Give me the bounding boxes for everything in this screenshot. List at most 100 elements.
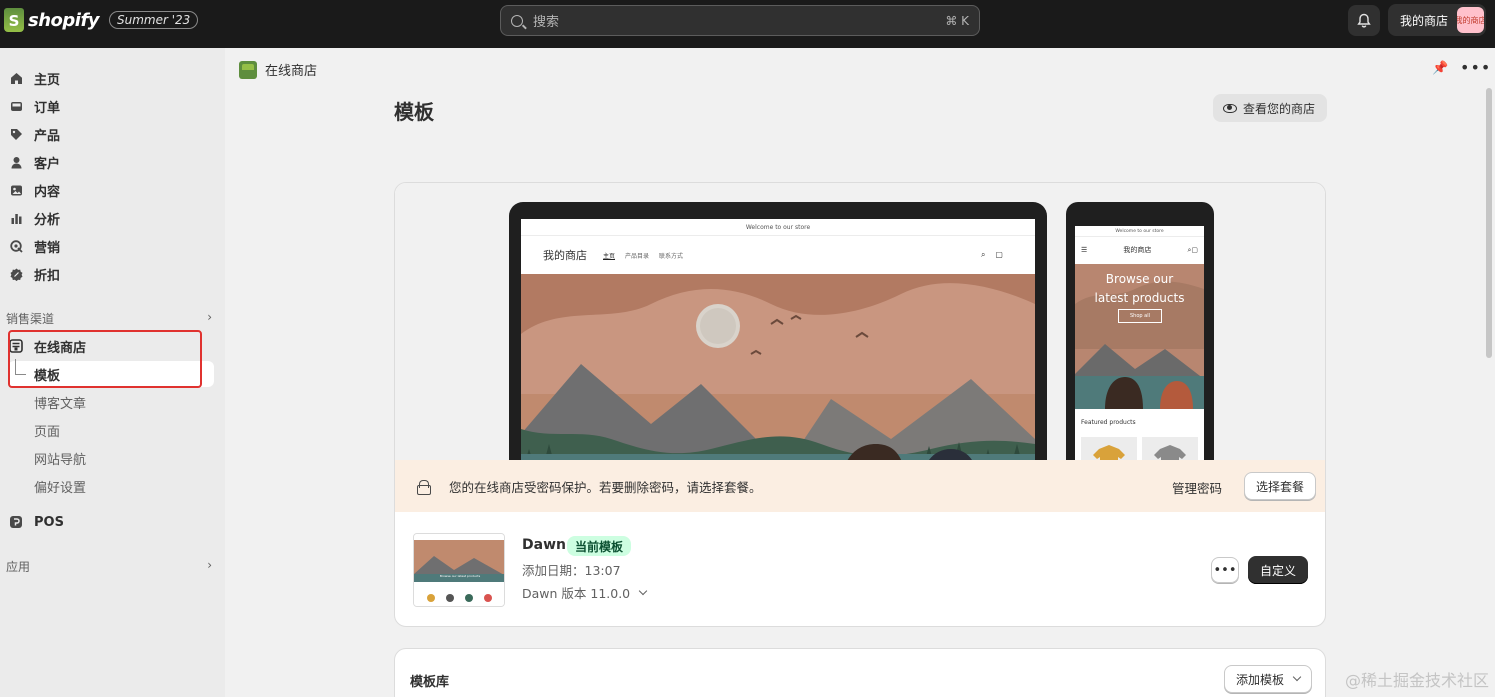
- shop-all-button: Shop all: [1118, 309, 1162, 323]
- apps-section[interactable]: 应用 ›: [6, 558, 212, 575]
- mobile-preview: Welcome to our store ☰ 我的商店 ⌕▢ Browse ou…: [1066, 202, 1214, 460]
- lock-icon: [417, 479, 431, 495]
- sweater-gray-icon: [1154, 445, 1186, 460]
- sidebar-item-label: 主页: [34, 72, 61, 88]
- sidebar: 主页 订单 产品 客户 内容 分析 营销 折扣 销售渠道 › 在线商店 模板 博…: [0, 48, 225, 697]
- customize-button[interactable]: 自定义: [1248, 556, 1309, 584]
- home-icon: [8, 70, 24, 86]
- hero-line-1: Browse our: [1105, 272, 1174, 286]
- store-name: 我的商店: [1123, 246, 1152, 254]
- sales-channels-section[interactable]: 销售渠道 ›: [6, 310, 212, 327]
- product-card: [1081, 437, 1137, 460]
- person-icon: [8, 154, 24, 170]
- sidebar-item-label: 营销: [34, 240, 61, 256]
- add-theme-label: 添加模板: [1236, 672, 1285, 687]
- theme-name: Dawn: [522, 537, 566, 553]
- breadcrumb[interactable]: 在线商店: [239, 60, 317, 79]
- store-name: 我的商店: [1400, 13, 1449, 28]
- sidebar-item-orders[interactable]: 订单: [8, 93, 214, 119]
- breadcrumb-label: 在线商店: [265, 64, 318, 79]
- choose-plan-button[interactable]: 选择套餐: [1244, 472, 1317, 500]
- sidebar-item-label: 产品: [34, 128, 61, 144]
- sidebar-item-home[interactable]: 主页: [8, 65, 214, 91]
- hero-line-2: latest products: [1094, 291, 1185, 305]
- chevron-down-icon: [1292, 672, 1302, 682]
- theme-thumbnail-image: Browse our latest products: [414, 534, 504, 606]
- sidebar-item-label: 客户: [34, 156, 61, 172]
- add-theme-button[interactable]: 添加模板: [1224, 665, 1313, 693]
- view-store-label: 查看您的商店: [1243, 101, 1316, 116]
- featured-products-heading: Featured products: [1081, 419, 1136, 426]
- product-card: [1142, 437, 1198, 460]
- sidebar-item-discounts[interactable]: 折扣: [8, 261, 214, 287]
- eye-icon: [1223, 103, 1237, 113]
- sidebar-item-online-store[interactable]: 在线商店: [8, 333, 214, 359]
- desktop-preview: Welcome to our store 我的商店 主页 产品目录 联系方式 ⌕…: [509, 202, 1047, 460]
- sidebar-item-navigation[interactable]: 网站导航: [34, 445, 86, 471]
- avatar: 我的商店: [1457, 7, 1484, 33]
- search-placeholder: 搜索: [533, 15, 560, 30]
- store-name: 我的商店: [543, 249, 587, 262]
- more-options-icon[interactable]: •••: [1460, 58, 1491, 77]
- chevron-right-icon: ›: [207, 310, 212, 324]
- sidebar-item-label: 模板: [34, 368, 61, 384]
- online-store-icon: [239, 60, 257, 79]
- sidebar-item-pos[interactable]: POS: [8, 509, 214, 535]
- current-theme-badge: 当前模板: [567, 536, 632, 556]
- sidebar-item-marketing[interactable]: 营销: [8, 233, 214, 259]
- manage-password-link[interactable]: 管理密码: [1172, 478, 1222, 497]
- sidebar-item-customers[interactable]: 客户: [8, 149, 214, 175]
- announcement-bar: Welcome to our store: [1075, 226, 1204, 237]
- bar-chart-icon: [8, 210, 24, 226]
- sidebar-item-blog-posts[interactable]: 博客文章: [34, 389, 86, 415]
- pin-icon[interactable]: 📌: [1432, 61, 1448, 76]
- target-icon: [8, 238, 24, 254]
- sidebar-item-label: 在线商店: [34, 340, 87, 356]
- sidebar-item-themes[interactable]: 模板: [8, 361, 214, 387]
- theme-added-date: 添加日期：13:07: [522, 563, 621, 578]
- sales-channels-label: 销售渠道: [6, 312, 55, 326]
- chevron-down-icon: [638, 586, 648, 595]
- sidebar-item-analytics[interactable]: 分析: [8, 205, 214, 231]
- announcement-bar: Welcome to our store: [521, 219, 1035, 236]
- pos-icon: [8, 514, 24, 530]
- theme-library-title: 模板库: [410, 675, 450, 690]
- sidebar-item-content[interactable]: 内容: [8, 177, 214, 203]
- theme-version: Dawn 版本 11.0.0: [522, 586, 631, 601]
- sidebar-item-preferences[interactable]: 偏好设置: [34, 473, 86, 499]
- sweater-yellow-icon: [1093, 445, 1125, 460]
- sidebar-item-pages[interactable]: 页面: [34, 417, 60, 443]
- search-input[interactable]: 搜索 ⌘ K: [500, 5, 980, 36]
- theme-version-toggle[interactable]: Dawn 版本 11.0.0: [522, 583, 648, 602]
- logo-text: shopify: [28, 9, 100, 31]
- scrollbar[interactable]: [1486, 88, 1492, 358]
- mobile-screen: Welcome to our store ☰ 我的商店 ⌕▢ Browse ou…: [1075, 226, 1204, 460]
- bell-icon: [1357, 13, 1371, 28]
- nav-contact: 联系方式: [659, 252, 684, 260]
- edition-badge: Summer '23: [109, 11, 199, 29]
- banner-text: 您的在线商店受密码保护。若要删除密码，请选择套餐。: [449, 479, 762, 495]
- theme-actions-button[interactable]: •••: [1211, 557, 1239, 583]
- notifications-button[interactable]: [1348, 5, 1380, 36]
- mobile-header: ☰ 我的商店 ⌕▢: [1075, 237, 1204, 263]
- shopify-logo[interactable]: S shopify Summer '23: [4, 8, 199, 32]
- theme-thumbnail[interactable]: Browse our latest products: [413, 533, 505, 607]
- sidebar-item-label: 内容: [34, 184, 61, 200]
- theme-preview[interactable]: Welcome to our store 我的商店 主页 产品目录 联系方式 ⌕…: [395, 183, 1325, 460]
- sidebar-item-products[interactable]: 产品: [8, 121, 214, 147]
- shopify-bag-icon: S: [4, 8, 24, 32]
- hero-illustration: [521, 274, 1035, 460]
- mobile-hero-text: Browse our latest products: [1075, 270, 1204, 308]
- apps-label: 应用: [6, 560, 31, 574]
- sidebar-item-label: 分析: [34, 212, 61, 228]
- inbox-icon: [8, 98, 24, 114]
- store-menu-button[interactable]: 我的商店 我的商店: [1388, 4, 1486, 36]
- top-bar: S shopify Summer '23 搜索 ⌘ K 我的商店 我的商店: [0, 0, 1495, 48]
- tag-icon: [8, 126, 24, 142]
- discount-icon: [8, 266, 24, 282]
- search-shortcut: ⌘ K: [945, 13, 969, 28]
- store-header: 我的商店 主页 产品目录 联系方式 ⌕▢: [521, 236, 1035, 274]
- password-banner: 您的在线商店受密码保护。若要删除密码，请选择套餐。 管理密码 选择套餐: [395, 460, 1325, 512]
- sidebar-item-label: POS: [34, 514, 64, 530]
- view-store-button[interactable]: 查看您的商店: [1213, 94, 1328, 122]
